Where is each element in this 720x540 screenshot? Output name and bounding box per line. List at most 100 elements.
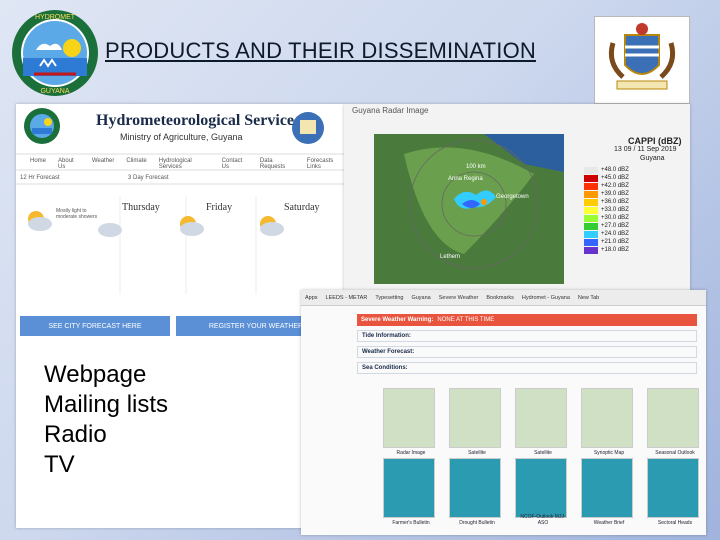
weather-forecast-row: Weather Forecast: bbox=[357, 346, 697, 358]
coat-of-arms-icon bbox=[608, 23, 676, 90]
radar-scale-swatch bbox=[584, 174, 598, 182]
product-tile-label: Radar Image bbox=[396, 450, 426, 456]
radar-scale-row: +42.0 dBZ bbox=[584, 182, 644, 190]
list-item-tv: TV bbox=[44, 451, 75, 478]
slide-title: PRODUCTS AND THEIR DISSEMINATION bbox=[105, 38, 536, 63]
product-tile-label: Farmer's Bulletin bbox=[392, 520, 430, 526]
product-tile-label: Satellite bbox=[534, 450, 552, 456]
radar-scale-swatch bbox=[584, 182, 598, 190]
nav-item-home[interactable]: Home bbox=[30, 158, 46, 170]
radar-scale-swatch bbox=[584, 222, 598, 230]
list-item-webpage: Webpage bbox=[44, 361, 147, 388]
radar-range-label: 100 km bbox=[466, 164, 486, 170]
radar-scale-swatch bbox=[584, 246, 598, 254]
product-tile[interactable]: Drought Bulletin bbox=[449, 458, 501, 526]
radar-scale-label: +48.0 dBZ bbox=[601, 167, 629, 173]
day-saturday: Saturday bbox=[284, 202, 320, 213]
radar-scale-row: +33.0 dBZ bbox=[584, 206, 644, 214]
radar-scale-row: +36.0 dBZ bbox=[584, 198, 644, 206]
bookmark-hydromet-guyana[interactable]: Hydromet - Guyana bbox=[522, 295, 570, 301]
radar-label-anna-regina: Anna Regina bbox=[448, 176, 483, 182]
hydromet-logo: GUYANA HYDROMET bbox=[12, 10, 98, 96]
radar-scale-label: +30.0 dBZ bbox=[601, 215, 629, 221]
see-city-forecast-button[interactable]: SEE CITY FORECAST HERE bbox=[20, 316, 170, 336]
list-item-radio: Radio bbox=[44, 421, 107, 448]
severe-warning-label: Severe Weather Warning: bbox=[361, 317, 434, 323]
dissemination-list: Webpage Mailing lists Radio TV bbox=[44, 360, 168, 480]
svg-text:HYDROMET: HYDROMET bbox=[35, 14, 76, 21]
product-tile-label: NCOF-Outlook MJJ-ASO bbox=[520, 514, 566, 526]
radar-scale-row: +39.0 dBZ bbox=[584, 190, 644, 198]
product-tile-label: Sectoral Heads bbox=[657, 520, 693, 526]
product-tile[interactable]: Radar Image bbox=[383, 388, 435, 456]
tide-info-label: Tide Information: bbox=[362, 333, 411, 339]
radar-scale-row: +27.0 dBZ bbox=[584, 222, 644, 230]
nav-item-climate[interactable]: Climate bbox=[126, 158, 146, 170]
list-item-mailing-lists: Mailing lists bbox=[44, 391, 169, 418]
day-friday: Friday bbox=[206, 202, 233, 213]
svg-text:GUYANA: GUYANA bbox=[40, 88, 69, 95]
coat-of-arms-logo bbox=[594, 16, 690, 104]
severe-warning-value: NONE AT THIS TIME bbox=[437, 317, 495, 323]
product-tile[interactable]: Weather Brief bbox=[581, 458, 633, 526]
bookmark-leeds[interactable]: LEEDS - METAR bbox=[326, 295, 368, 301]
radar-label-georgetown: Georgetown bbox=[496, 194, 529, 200]
bookmark-typeset[interactable]: Typesetting bbox=[375, 295, 403, 301]
website-header-title: Hydrometeorological Service bbox=[96, 112, 295, 129]
radar-scale-label: +24.0 dBZ bbox=[601, 231, 629, 237]
website-nav: Home About Us Weather Climate Hydrologic… bbox=[30, 158, 344, 170]
tab-12hr[interactable]: 12 Hr Forecast bbox=[20, 175, 60, 181]
website-top: Hydrometeorological Service Ministry of … bbox=[16, 104, 344, 316]
day-thursday: Thursday bbox=[122, 202, 160, 213]
tab-3day[interactable]: 3 Day Forecast bbox=[128, 175, 169, 181]
radar-scale-row: +48.0 dBZ bbox=[584, 166, 644, 174]
bookmark-bookmarks[interactable]: Bookmarks bbox=[486, 295, 514, 301]
register-weather-label: REGISTER YOUR WEATHER bbox=[208, 322, 304, 330]
nav-item-weather[interactable]: Weather bbox=[92, 158, 115, 170]
nav-item-about[interactable]: About Us bbox=[58, 158, 80, 170]
tide-info-row: Tide Information: bbox=[357, 330, 697, 342]
radar-scale-label: +33.0 dBZ bbox=[601, 207, 629, 213]
radar-scale-label: +42.0 dBZ bbox=[601, 183, 629, 189]
radar-scale-label: +27.0 dBZ bbox=[601, 223, 629, 229]
nav-item-forecasts[interactable]: Forecasts Links bbox=[307, 158, 344, 170]
product-tile[interactable]: NCOF-Outlook MJJ-ASO bbox=[515, 458, 567, 526]
severe-warning-bar: Severe Weather Warning: NONE AT THIS TIM… bbox=[357, 314, 697, 326]
product-tile-label: Weather Brief bbox=[593, 520, 625, 526]
product-tile-label: Drought Bulletin bbox=[459, 520, 495, 526]
radar-scale-swatch bbox=[584, 214, 598, 222]
nav-item-hydro[interactable]: Hydrological Services bbox=[159, 158, 210, 170]
radar-panel-place: Guyana bbox=[640, 155, 665, 162]
nav-item-data[interactable]: Data Requests bbox=[260, 158, 295, 170]
today-description: Mostly light to moderate showers bbox=[56, 208, 98, 220]
bookmark-newtab[interactable]: New Tab bbox=[578, 295, 599, 301]
product-tiles-row-1: Radar Image Satellite Satellite Synoptic Ma… bbox=[383, 388, 699, 456]
product-tile[interactable]: Seasonal Outlook bbox=[647, 388, 699, 456]
radar-scale-swatch bbox=[584, 230, 598, 238]
product-tile[interactable]: Farmer's Bulletin bbox=[383, 458, 435, 526]
product-tile-label: Synoptic Map bbox=[593, 450, 625, 456]
radar-scale-row: +21.0 dBZ bbox=[584, 238, 644, 246]
product-tile[interactable]: Synoptic Map bbox=[581, 388, 633, 456]
radar-scale-row: +24.0 dBZ bbox=[584, 230, 644, 238]
product-tile[interactable]: Satellite bbox=[515, 388, 567, 456]
bookmark-apps[interactable]: Apps bbox=[305, 295, 318, 301]
bookmark-severe[interactable]: Severe Weather bbox=[439, 295, 479, 301]
radar-scale-label: +21.0 dBZ bbox=[601, 239, 629, 245]
radar-scale-swatch bbox=[584, 206, 598, 214]
radar-scale-label: +36.0 dBZ bbox=[601, 199, 629, 205]
radar-scale-swatch bbox=[584, 190, 598, 198]
radar-label-lethem: Lethem bbox=[440, 254, 461, 260]
radar-scale-swatch bbox=[584, 166, 598, 174]
nav-item-contact[interactable]: Contact Us bbox=[222, 158, 248, 170]
radar-panel-date: 13 09 / 11 Sep 2019 bbox=[614, 146, 677, 153]
bookmark-guyana[interactable]: Guyana bbox=[411, 295, 430, 301]
radar-scale: +48.0 dBZ +45.0 dBZ +42.0 dBZ +39.0 dBZ +36.… bbox=[584, 166, 644, 254]
product-tile-label: Seasonal Outlook bbox=[655, 450, 695, 456]
radar-scale-row: +30.0 dBZ bbox=[584, 214, 644, 222]
radar-scale-label: +39.0 dBZ bbox=[601, 191, 629, 197]
product-tile[interactable]: Satellite bbox=[449, 388, 501, 456]
product-tile[interactable]: Sectoral Heads bbox=[647, 458, 699, 526]
radar-scale-label: +18.0 dBZ bbox=[601, 247, 629, 253]
website-header-subtitle: Ministry of Agriculture, Guyana bbox=[120, 132, 243, 142]
